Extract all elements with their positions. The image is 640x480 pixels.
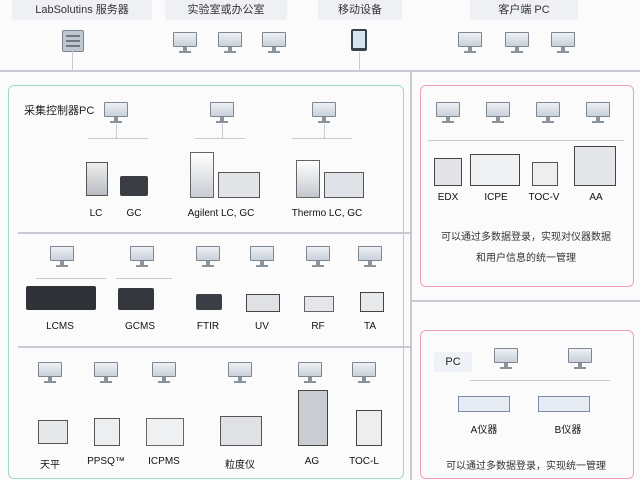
monitor-icon (152, 362, 176, 384)
instrument-icon (532, 162, 558, 186)
instrument-icon (434, 158, 462, 186)
label-toc-v: TOC-V (528, 192, 560, 203)
label-ta: TA (363, 321, 377, 332)
label-a-instrument: A仪器 (470, 425, 498, 436)
label-balance: 天平 (40, 460, 60, 471)
tab-client-pc: 客户端 PC (470, 0, 578, 20)
monitor-icon (196, 246, 220, 268)
instrument-icon (146, 418, 184, 446)
monitor-icon (568, 348, 592, 370)
tablet-icon (351, 29, 367, 51)
monitor-icon (104, 102, 128, 124)
label-ppsq: PPSQ™ (87, 456, 125, 467)
monitor-icon (250, 246, 274, 268)
monitor-icon (38, 362, 62, 384)
monitor-icon (262, 32, 286, 54)
instrument-icon (94, 418, 120, 446)
monitor-icon (358, 246, 382, 268)
monitor-icon (50, 246, 74, 268)
instrument-icon (118, 288, 154, 310)
monitor-icon (173, 32, 197, 54)
row-separator (18, 232, 412, 234)
label-lc: LC (89, 208, 103, 219)
label-thermo: Thermo LC, GC (291, 208, 363, 219)
monitor-icon (505, 32, 529, 54)
label-agilent: Agilent LC, GC (187, 208, 255, 219)
monitor-icon (586, 102, 610, 124)
instrument-icon (356, 410, 382, 446)
instrument-icon (220, 416, 262, 446)
label-lcms: LCMS (46, 321, 74, 332)
label-toc-l: TOC-L (349, 456, 379, 467)
monitor-icon (210, 102, 234, 124)
system-architecture-diagram: LabSolutins 服务器 实验室或办公室 移动设备 客户端 PC 采集控制… (0, 0, 640, 480)
instrument-icon (86, 162, 108, 196)
label-ag: AG (304, 456, 320, 467)
label-particle-size: 粒度仪 (225, 460, 255, 471)
monitor-icon (94, 362, 118, 384)
monitor-icon (306, 246, 330, 268)
instrument-icon (298, 390, 328, 446)
tab-mobile: 移动设备 (318, 0, 402, 20)
pc-title: PC (434, 352, 472, 372)
instrument-icon (360, 292, 384, 312)
label-uv: UV (255, 321, 269, 332)
label-icpms: ICPMS (148, 456, 180, 467)
monitor-icon (458, 32, 482, 54)
label-aa: AA (589, 192, 603, 203)
label-icpe: ICPE (484, 192, 508, 203)
monitor-icon (494, 348, 518, 370)
instrument-icon (296, 160, 320, 198)
label-ftir: FTIR (196, 321, 220, 332)
monitor-icon (551, 32, 575, 54)
instrument-icon (196, 294, 222, 310)
instrument-icon (304, 296, 334, 312)
monitor-icon (486, 102, 510, 124)
row-separator (18, 346, 412, 348)
tab-server: LabSolutins 服务器 (12, 0, 152, 20)
instrument-icon (190, 152, 214, 198)
multi-data-note-1: 可以通过多数据登录，实现对仪器数据 (441, 232, 611, 243)
network-backbone (0, 70, 640, 72)
monitor-icon (218, 32, 242, 54)
instrument-icon (574, 146, 616, 186)
monitor-icon (298, 362, 322, 384)
instrument-icon (38, 420, 68, 444)
pc-note: 可以通过多数据登录，实现统一管理 (446, 461, 606, 472)
monitor-icon (312, 102, 336, 124)
network-vertical (410, 72, 412, 480)
label-b-instrument: B仪器 (554, 425, 582, 436)
label-edx: EDX (437, 192, 459, 203)
instrument-icon (470, 154, 520, 186)
monitor-icon (536, 102, 560, 124)
instrument-icon (538, 396, 590, 412)
monitor-icon (352, 362, 376, 384)
multi-data-note-2: 和用户信息的统一管理 (476, 253, 576, 264)
monitor-icon (436, 102, 460, 124)
tab-lab-office: 实验室或办公室 (165, 0, 287, 20)
monitor-icon (228, 362, 252, 384)
label-gc: GC (126, 208, 142, 219)
instrument-icon (26, 286, 96, 310)
instrument-icon (120, 176, 148, 196)
label-rf: RF (311, 321, 325, 332)
server-icon (62, 30, 84, 52)
instrument-icon (458, 396, 510, 412)
row-separator (412, 300, 640, 302)
label-gcms: GCMS (125, 321, 155, 332)
instrument-icon (246, 294, 280, 312)
instrument-icon (324, 172, 364, 198)
monitor-icon (130, 246, 154, 268)
instrument-icon (218, 172, 260, 198)
panel-title: 采集控制器PC (24, 105, 95, 117)
